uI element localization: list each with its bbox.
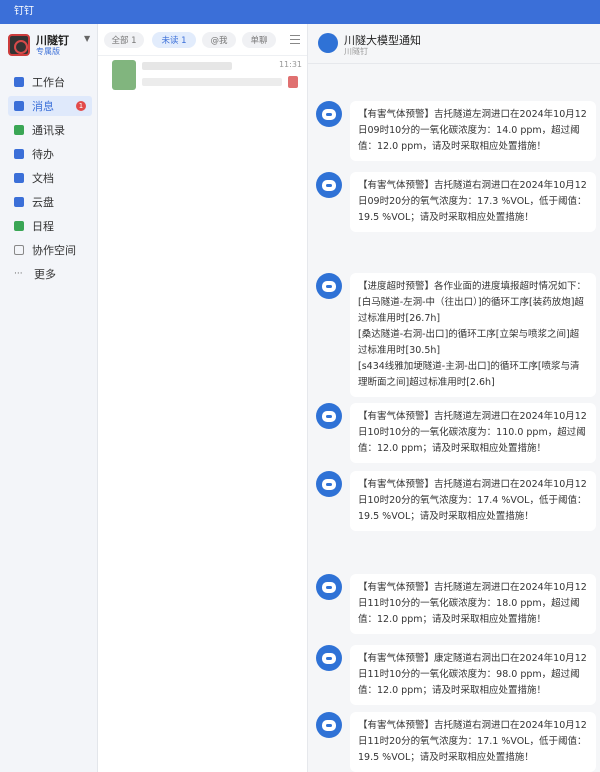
blurred-preview <box>142 78 282 86</box>
tab-label: @我 <box>210 36 228 46</box>
message-icon <box>14 101 24 111</box>
calendar-icon <box>14 221 24 231</box>
conversation-item[interactable]: 11:31 <box>112 58 302 94</box>
message-bubble: 【有害气体预警】吉托隧道右洞进口在2024年10月12日11时20分的氧气浓度为… <box>350 712 596 772</box>
sidebar-item-label: 文档 <box>32 172 54 185</box>
conversation-list-pane: 全部 1 未读 1 @我 单聊 11:31 <box>98 24 308 772</box>
contacts-icon <box>14 125 24 135</box>
doc-icon <box>14 173 24 183</box>
blurred-name <box>142 62 232 70</box>
conversation-avatar <box>112 60 136 90</box>
sidebar-item-more[interactable]: ··· 更多 <box>8 264 92 284</box>
window-titlebar: 钉钉 <box>0 0 600 24</box>
sidebar-item-label: 消息 <box>32 100 54 113</box>
message-bubble: 【有害气体预警】吉托隧道右洞进口在2024年10月12日09时20分的氧气浓度为… <box>350 172 596 232</box>
tab-mentions[interactable]: @我 <box>202 32 236 48</box>
bot-avatar-icon[interactable] <box>318 33 338 53</box>
chat-pane: 川隧大模型通知 川隧钉 【有害气体预警】吉托隧道左洞进口在2024年10月12日… <box>308 24 600 772</box>
sidebar-item-space[interactable]: 协作空间 <box>8 240 92 260</box>
org-tag: 专属版 <box>36 47 60 56</box>
bot-avatar-icon[interactable] <box>316 471 342 497</box>
sidebar-item-workbench[interactable]: 工作台 <box>8 72 92 92</box>
sidebar-item-cloud[interactable]: 云盘 <box>8 192 92 212</box>
space-icon <box>14 245 24 255</box>
sidebar-item-label: 云盘 <box>32 196 54 209</box>
caret-down-icon[interactable]: ▼ <box>84 34 90 43</box>
message-bubble: 【进度超时预警】各作业面的进度填报超时情况如下： [白马隧道-左洞-中（往出口）… <box>350 273 596 397</box>
tab-all[interactable]: 全部 1 <box>104 32 144 48</box>
more-icon: ··· <box>14 269 23 279</box>
sidebar-item-label: 协作空间 <box>32 244 76 257</box>
window-title: 钉钉 <box>14 6 34 17</box>
tab-label: 全部 1 <box>111 36 137 46</box>
workbench-icon <box>14 77 24 87</box>
bot-avatar-icon[interactable] <box>316 574 342 600</box>
conversation-time: 11:31 <box>278 60 302 69</box>
sidebar-item-docs[interactable]: 文档 <box>8 168 92 188</box>
tab-unread[interactable]: 未读 1 <box>152 32 196 48</box>
sidebar-item-todo[interactable]: 待办 <box>8 144 92 164</box>
menu-icon[interactable] <box>290 35 300 44</box>
sidebar-item-contacts[interactable]: 通讯录 <box>8 120 92 140</box>
cloud-icon <box>14 197 24 207</box>
bot-avatar-icon[interactable] <box>316 645 342 671</box>
message-bubble: 【有害气体预警】康定隧道右洞出口在2024年10月12日11时10分的一氧化碳浓… <box>350 645 596 705</box>
sidebar-item-label: 通讯录 <box>32 124 65 137</box>
sidebar-item-messages[interactable]: 消息 1 <box>8 96 92 116</box>
tab-label: 未读 1 <box>161 36 187 46</box>
sidebar-item-label: 日程 <box>32 220 54 233</box>
message-bubble: 【有害气体预警】吉托隧道左洞进口在2024年10月12日10时10分的一氧化碳浓… <box>350 403 596 463</box>
sidebar-item-label: 待办 <box>32 148 54 161</box>
chat-header: 川隧大模型通知 川隧钉 <box>308 24 600 64</box>
chat-subtitle: 川隧钉 <box>344 47 368 56</box>
bot-avatar-icon[interactable] <box>316 101 342 127</box>
message-bubble: 【有害气体预警】吉托隧道左洞进口在2024年10月12日11时10分的一氧化碳浓… <box>350 574 596 634</box>
filter-tabs: 全部 1 未读 1 @我 单聊 <box>98 24 307 56</box>
tab-label: 单聊 <box>250 36 268 46</box>
tab-direct[interactable]: 单聊 <box>242 32 276 48</box>
message-bubble: 【有害气体预警】吉托隧道左洞进口在2024年10月12日09时10分的一氧化碳浓… <box>350 101 596 161</box>
unread-marker <box>288 76 298 88</box>
bot-avatar-icon[interactable] <box>316 712 342 738</box>
sidebar: 川隧钉 专属版 ▼ 工作台 消息 1 通讯录 待办 文档 云盘 日程 协作空间 … <box>0 24 98 772</box>
todo-icon <box>14 149 24 159</box>
org-avatar[interactable] <box>8 34 30 56</box>
message-bubble: 【有害气体预警】吉托隧道右洞进口在2024年10月12日10时20分的氧气浓度为… <box>350 471 596 531</box>
profile-block[interactable]: 川隧钉 专属版 ▼ <box>0 24 97 68</box>
sidebar-item-label: 工作台 <box>32 76 65 89</box>
bot-avatar-icon[interactable] <box>316 273 342 299</box>
sidebar-item-calendar[interactable]: 日程 <box>8 216 92 236</box>
bot-avatar-icon[interactable] <box>316 403 342 429</box>
unread-badge: 1 <box>76 101 86 111</box>
sidebar-item-label: 更多 <box>34 268 56 281</box>
bot-avatar-icon[interactable] <box>316 172 342 198</box>
